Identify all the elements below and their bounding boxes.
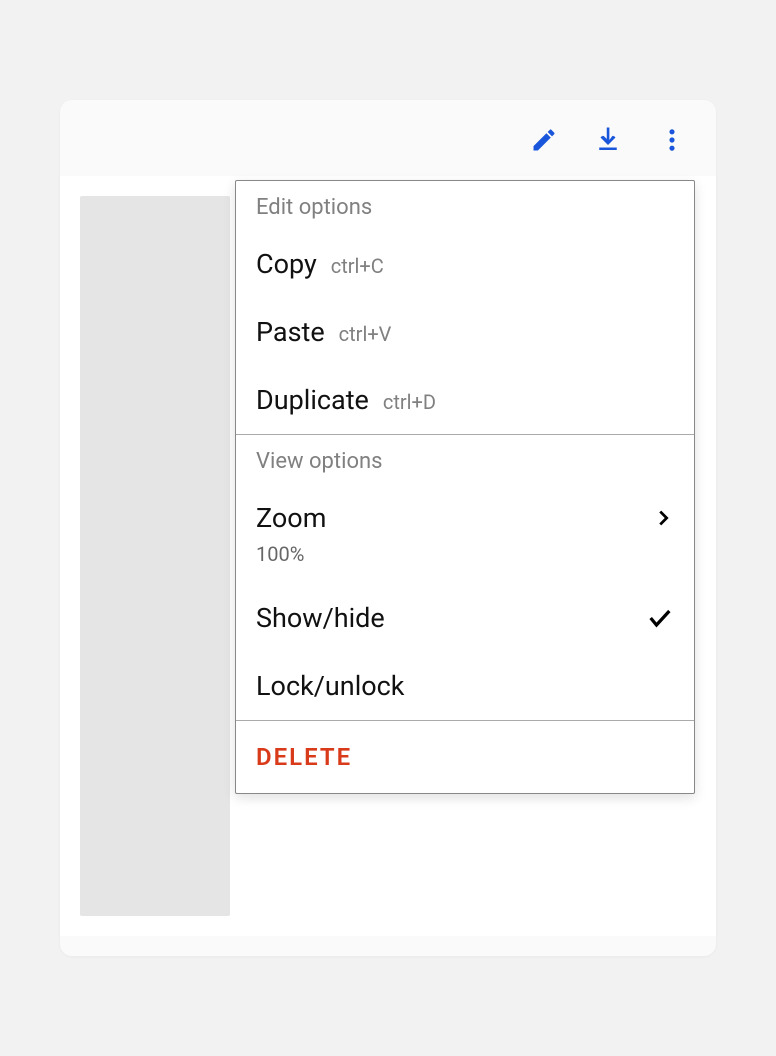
check-icon: [646, 604, 674, 632]
menu-item-label: Duplicate: [256, 384, 369, 416]
download-icon[interactable]: [592, 124, 624, 156]
menu-item-label: Paste: [256, 316, 325, 348]
menu-item-label: Lock/unlock: [256, 670, 404, 702]
menu-item-show-hide[interactable]: Show/hide: [236, 584, 694, 652]
menu-item-label: Zoom: [256, 502, 326, 534]
pencil-icon[interactable]: [528, 124, 560, 156]
menu-section-view: View options Zoom 100% Show/hide Lock/un…: [236, 435, 694, 721]
placeholder-block: [80, 196, 230, 916]
more-vert-icon[interactable]: [656, 124, 688, 156]
menu-item-lock-unlock[interactable]: Lock/unlock: [236, 652, 694, 720]
menu-item-label: Copy: [256, 248, 317, 280]
menu-item-duplicate[interactable]: Duplicate ctrl+D: [236, 366, 694, 434]
menu-section-edit: Edit options Copy ctrl+C Paste ctrl+V Du…: [236, 181, 694, 435]
dropdown-menu: Edit options Copy ctrl+C Paste ctrl+V Du…: [235, 180, 695, 794]
menu-section-header-view: View options: [236, 435, 694, 484]
menu-section-header-edit: Edit options: [236, 181, 694, 230]
menu-item-label: Show/hide: [256, 602, 385, 634]
toolbar: [60, 100, 716, 176]
menu-item-shortcut: ctrl+C: [331, 254, 384, 278]
menu-section-delete: DELETE: [236, 721, 694, 793]
menu-item-copy[interactable]: Copy ctrl+C: [236, 230, 694, 298]
menu-item-zoom[interactable]: Zoom 100%: [236, 484, 694, 584]
menu-item-shortcut: ctrl+V: [339, 322, 392, 346]
menu-item-paste[interactable]: Paste ctrl+V: [236, 298, 694, 366]
chevron-right-icon: [652, 507, 674, 529]
menu-item-shortcut: ctrl+D: [383, 390, 436, 414]
menu-item-sublabel: 100%: [256, 542, 674, 566]
delete-button[interactable]: DELETE: [256, 743, 352, 771]
